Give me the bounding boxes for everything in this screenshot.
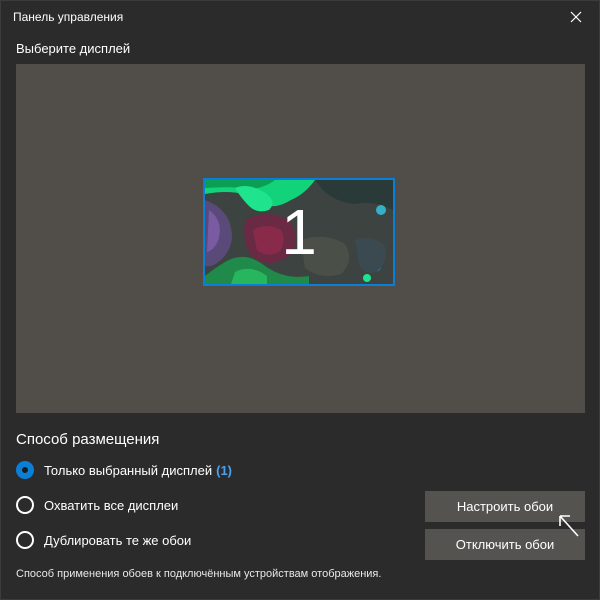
radio-label: Дублировать те же обои: [44, 532, 192, 548]
display-number-badge: (1): [216, 462, 232, 478]
radio-button[interactable]: [16, 496, 34, 514]
placement-section-title: Способ размещения: [16, 431, 160, 448]
mouse-cursor-icon: [559, 515, 579, 537]
monitor-number: 1: [281, 196, 317, 268]
close-button[interactable]: [553, 1, 599, 33]
radio-span-all-displays[interactable]: Охватить все дисплеи: [16, 496, 178, 514]
monitor-1-thumbnail[interactable]: 1: [203, 178, 395, 286]
radio-button[interactable]: [16, 531, 34, 549]
radio-duplicate-wallpaper[interactable]: Дублировать те же обои: [16, 531, 191, 549]
control-panel-window: Панель управления Выберите дисплей 1 Спо…: [0, 0, 600, 600]
window-title: Панель управления: [13, 10, 124, 24]
close-icon: [570, 11, 582, 23]
placement-footnote: Способ применения обоев к подключённым у…: [16, 568, 382, 580]
select-display-heading: Выберите дисплей: [16, 41, 131, 56]
radio-button-checked[interactable]: [16, 461, 34, 479]
display-arrangement-area: 1: [16, 64, 585, 413]
titlebar: Панель управления: [1, 1, 599, 33]
radio-label: Охватить все дисплеи: [44, 497, 179, 513]
radio-label: Только выбранный дисплей (1): [44, 462, 232, 478]
radio-only-selected-display[interactable]: Только выбранный дисплей (1): [16, 461, 232, 479]
